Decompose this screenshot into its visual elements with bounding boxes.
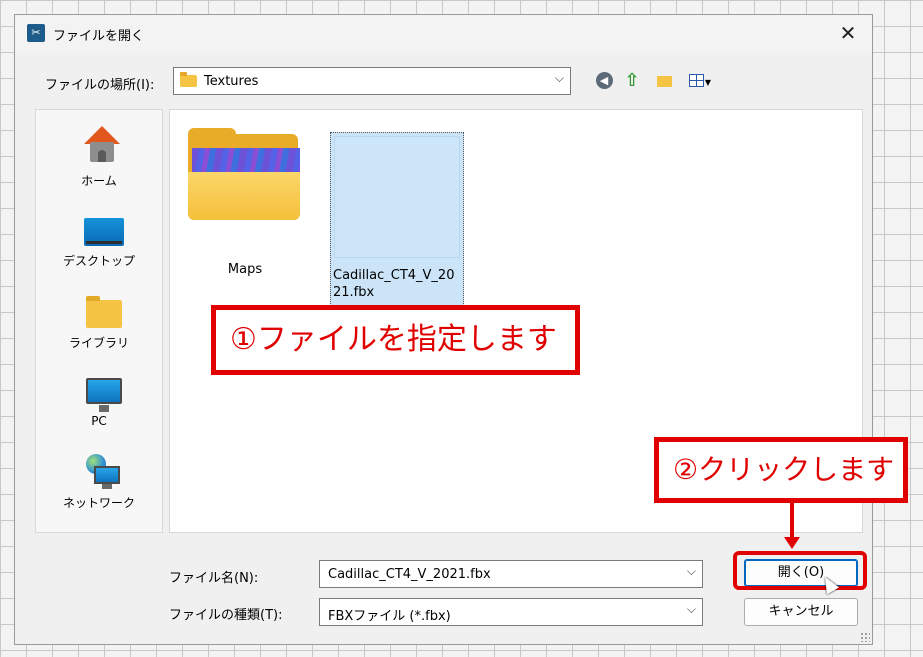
annotation-arrow-head <box>784 537 800 549</box>
annotation-step1: ①ファイルを指定します <box>211 305 580 375</box>
chevron-down-icon[interactable]: ⌵ <box>687 602 696 617</box>
annotation-step2: ②クリックします <box>654 437 908 503</box>
desktop-icon <box>84 218 124 246</box>
folder-icon <box>188 128 300 220</box>
place-pc[interactable]: PC <box>36 368 162 448</box>
place-label: ホーム <box>81 174 117 188</box>
place-home[interactable]: ホーム <box>36 116 162 196</box>
cancel-button[interactable]: キャンセル <box>744 598 858 626</box>
network-icon <box>84 454 124 490</box>
new-folder-icon[interactable] <box>653 70 675 92</box>
resize-grip-icon[interactable] <box>860 632 870 642</box>
app-icon: ✂ <box>27 24 45 42</box>
file-name: Maps <box>227 262 263 277</box>
filetype-value: FBXファイル (*.fbx) <box>328 609 451 624</box>
filename-field[interactable]: Cadillac_CT4_V_2021.fbx ⌵ <box>319 560 703 588</box>
location-value: Textures <box>204 74 259 89</box>
chevron-down-icon[interactable]: ⌵ <box>555 71 564 86</box>
folder-icon <box>180 72 197 87</box>
file-item-selected[interactable]: Cadillac_CT4_V_2021.fbx <box>330 132 464 306</box>
back-icon[interactable]: ◀ <box>593 70 615 92</box>
pc-icon <box>86 378 122 412</box>
place-desktop[interactable]: デスクトップ <box>36 208 162 288</box>
filename-label: ファイル名(N): <box>169 571 259 586</box>
folder-item-maps[interactable]: Maps <box>170 110 320 290</box>
title-bar: ✂ ファイルを開く ✕ <box>15 15 872 53</box>
chevron-down-icon[interactable]: ⌵ <box>687 564 696 579</box>
place-library[interactable]: ライブラリ <box>36 288 162 368</box>
file-icon <box>334 136 460 258</box>
open-button-highlight <box>733 551 867 590</box>
up-folder-icon[interactable]: ⇧ <box>621 70 643 92</box>
location-label: ファイルの場所(I): <box>45 78 155 93</box>
place-label: ネットワーク <box>62 496 135 510</box>
place-label: デスクトップ <box>62 254 135 268</box>
close-button[interactable]: ✕ <box>834 19 862 47</box>
library-icon <box>86 296 122 328</box>
filetype-select[interactable]: FBXファイル (*.fbx) ⌵ <box>319 598 703 626</box>
view-menu-icon[interactable]: ▼ <box>685 70 715 92</box>
dialog-title: ファイルを開く <box>53 29 145 44</box>
filename-value: Cadillac_CT4_V_2021.fbx <box>328 567 491 582</box>
annotation-arrow <box>790 503 794 539</box>
place-label: ライブラリ <box>68 336 129 350</box>
file-name: Cadillac_CT4_V_2021.fbx <box>333 268 455 300</box>
place-label: PC <box>91 414 107 428</box>
home-icon <box>84 126 120 166</box>
filetype-label: ファイルの種類(T): <box>169 608 283 623</box>
place-network[interactable]: ネットワーク <box>36 448 162 528</box>
location-combobox[interactable]: Textures ⌵ <box>173 67 571 95</box>
places-bar: ホーム デスクトップ ライブラリ PC ネットワーク <box>35 109 163 533</box>
